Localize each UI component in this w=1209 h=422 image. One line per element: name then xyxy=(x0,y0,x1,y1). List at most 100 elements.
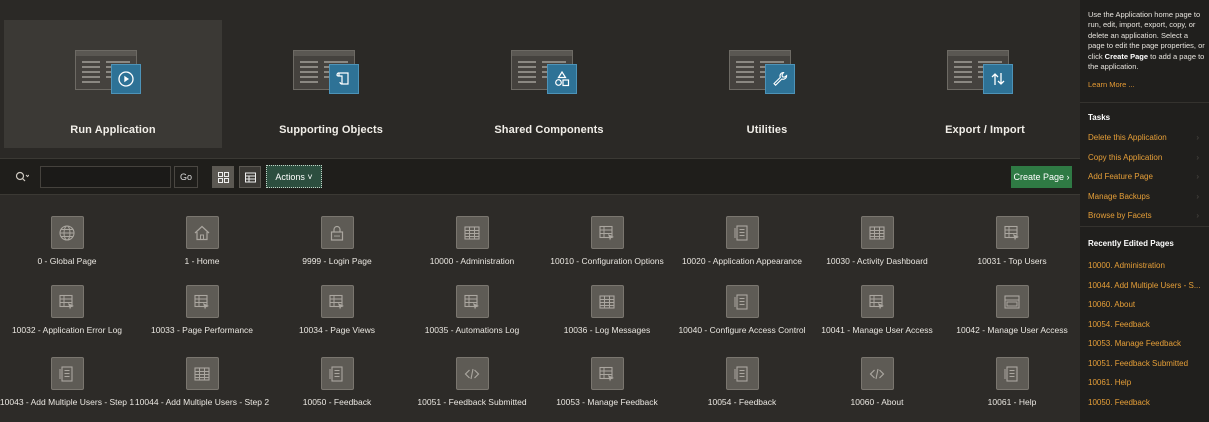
page-tile[interactable]: 10000 - Administration xyxy=(405,208,539,274)
go-button[interactable]: Go xyxy=(174,166,198,188)
page-icon-frame xyxy=(860,357,894,390)
search-input[interactable] xyxy=(40,166,171,188)
tile-supporting-objects[interactable]: Supporting Objects xyxy=(222,20,440,148)
page-label: 10042 - Manage User Access xyxy=(956,325,1068,335)
recent-page-link[interactable]: 10060. About xyxy=(1088,300,1204,309)
tile-label: Supporting Objects xyxy=(279,124,383,136)
report-icon xyxy=(329,294,344,309)
page-tile[interactable]: 10061 - Help xyxy=(945,349,1079,415)
create-page-button[interactable]: Create Page › xyxy=(1011,166,1072,188)
page-tile[interactable]: 10035 - Automations Log xyxy=(405,277,539,343)
view-toggle xyxy=(212,166,261,188)
page-label: 10032 - Application Error Log xyxy=(11,325,123,335)
page-label: 10050 - Feedback xyxy=(302,397,372,407)
page-icon-frame xyxy=(995,216,1029,249)
page-label: 0 - Global Page xyxy=(37,256,97,266)
chevron-right-icon: › xyxy=(1196,133,1199,142)
task-link[interactable]: Browse by Facets › xyxy=(1088,211,1204,220)
page-tile[interactable]: 10033 - Page Performance xyxy=(135,277,269,343)
page-tile[interactable]: 10060 - About xyxy=(810,349,944,415)
task-link[interactable]: Manage Backups › xyxy=(1088,192,1204,201)
search-group xyxy=(8,166,171,188)
task-link[interactable]: Copy this Application › xyxy=(1088,153,1204,162)
report-icon xyxy=(599,225,614,240)
page-tile[interactable]: 10031 - Top Users xyxy=(945,208,1079,274)
tile-shared-components[interactable]: Shared Components xyxy=(440,20,658,148)
recent-page-link[interactable]: 10044. Add Multiple Users - S... xyxy=(1088,281,1204,290)
intro-text-strong: Create Page xyxy=(1104,51,1149,61)
page-icon-frame xyxy=(185,216,219,249)
task-label: Add Feature Page xyxy=(1088,172,1153,181)
search-icon[interactable] xyxy=(8,166,36,188)
tile-illustration xyxy=(69,44,157,100)
sidebar-divider xyxy=(1080,226,1209,227)
report-icon xyxy=(869,294,884,309)
page-label: 10033 - Page Performance xyxy=(150,325,254,335)
recent-page-link[interactable]: 10053. Manage Feedback xyxy=(1088,339,1204,348)
form-icon xyxy=(329,365,343,382)
chevron-right-icon: › xyxy=(1196,152,1199,162)
icon-view-button[interactable] xyxy=(212,166,234,188)
wrench-icon xyxy=(773,71,788,86)
page-tile[interactable]: 1 - Home xyxy=(135,208,269,274)
tile-badge xyxy=(111,64,141,94)
page-icon-frame xyxy=(590,216,624,249)
page-tile[interactable]: 9999 - Login Page xyxy=(270,208,404,274)
page-tile[interactable]: 10036 - Log Messages xyxy=(540,277,674,343)
page-tile[interactable]: 10040 - Configure Access Control xyxy=(675,277,809,343)
page-tile[interactable]: 10010 - Configuration Options xyxy=(540,208,674,274)
code-icon xyxy=(869,368,885,379)
recent-page-link[interactable]: 10050. Feedback xyxy=(1088,398,1204,407)
grid-icon xyxy=(869,225,885,240)
tasks-heading: Tasks xyxy=(1088,113,1111,122)
page-tile[interactable]: 10044 - Add Multiple Users - Step 2 xyxy=(135,349,269,415)
actions-button[interactable]: Actions ˅ xyxy=(266,165,322,188)
task-label: Manage Backups xyxy=(1088,191,1150,201)
page-tile[interactable]: 10041 - Manage User Access xyxy=(810,277,944,343)
report-view-button[interactable] xyxy=(239,166,261,188)
task-link[interactable]: Add Feature Page › xyxy=(1088,172,1204,181)
recent-page-link[interactable]: 10061. Help xyxy=(1088,378,1204,387)
task-link[interactable]: Delete this Application › xyxy=(1088,133,1204,142)
page-tile[interactable]: 10053 - Manage Feedback xyxy=(540,349,674,415)
page-label: 10031 - Top Users xyxy=(977,256,1047,266)
learn-more-link[interactable]: Learn More ... xyxy=(1088,80,1135,89)
tile-run-application[interactable]: Run Application xyxy=(4,20,222,148)
recent-page-link[interactable]: 10000. Administration xyxy=(1088,261,1204,270)
page-icon-frame xyxy=(995,357,1029,390)
page-tile[interactable]: 10042 - Manage User Access xyxy=(945,277,1079,343)
report-icon xyxy=(464,294,479,309)
page-tile[interactable]: 10032 - Application Error Log xyxy=(0,277,134,343)
page-tile[interactable]: 0 - Global Page xyxy=(0,208,134,274)
page-tile[interactable]: 10030 - Activity Dashboard xyxy=(810,208,944,274)
page-tile[interactable]: 10050 - Feedback xyxy=(270,349,404,415)
page-tile[interactable]: 10051 - Feedback Submitted xyxy=(405,349,539,415)
page-icon-frame xyxy=(725,357,759,390)
recent-page-link[interactable]: 10051. Feedback Submitted xyxy=(1088,359,1204,368)
chevron-right-icon: › xyxy=(1196,191,1199,201)
page-label: 10020 - Application Appearance xyxy=(681,256,803,266)
report-icon xyxy=(1004,225,1019,240)
page-label: 10043 - Add Multiple Users - Step 1 xyxy=(0,397,135,407)
page-tile[interactable]: 10054 - Feedback xyxy=(675,349,809,415)
task-label: Delete this Application xyxy=(1088,133,1167,142)
page-icon-frame xyxy=(590,357,624,390)
window-icon xyxy=(1004,294,1020,309)
recent-page-link[interactable]: 10054. Feedback xyxy=(1088,320,1204,329)
report-icon xyxy=(59,294,74,309)
page-icon-frame xyxy=(320,285,354,318)
page-label: 10060 - About xyxy=(850,397,904,407)
page-icon-frame xyxy=(185,357,219,390)
tile-utilities[interactable]: Utilities xyxy=(658,20,876,148)
page-label: 10035 - Automations Log xyxy=(424,325,520,335)
page-tile[interactable]: 10043 - Add Multiple Users - Step 1 xyxy=(0,349,134,415)
page-label: 10036 - Log Messages xyxy=(563,325,651,335)
page-icon-frame xyxy=(455,216,489,249)
grid-view-icon xyxy=(217,171,229,183)
tile-export-import[interactable]: Export / Import xyxy=(876,20,1094,148)
tile-illustration xyxy=(723,44,811,100)
page-tile[interactable]: 10020 - Application Appearance xyxy=(675,208,809,274)
grid-icon xyxy=(464,225,480,240)
page-tile[interactable]: 10034 - Page Views xyxy=(270,277,404,343)
chevron-right-icon: › xyxy=(1196,172,1199,181)
